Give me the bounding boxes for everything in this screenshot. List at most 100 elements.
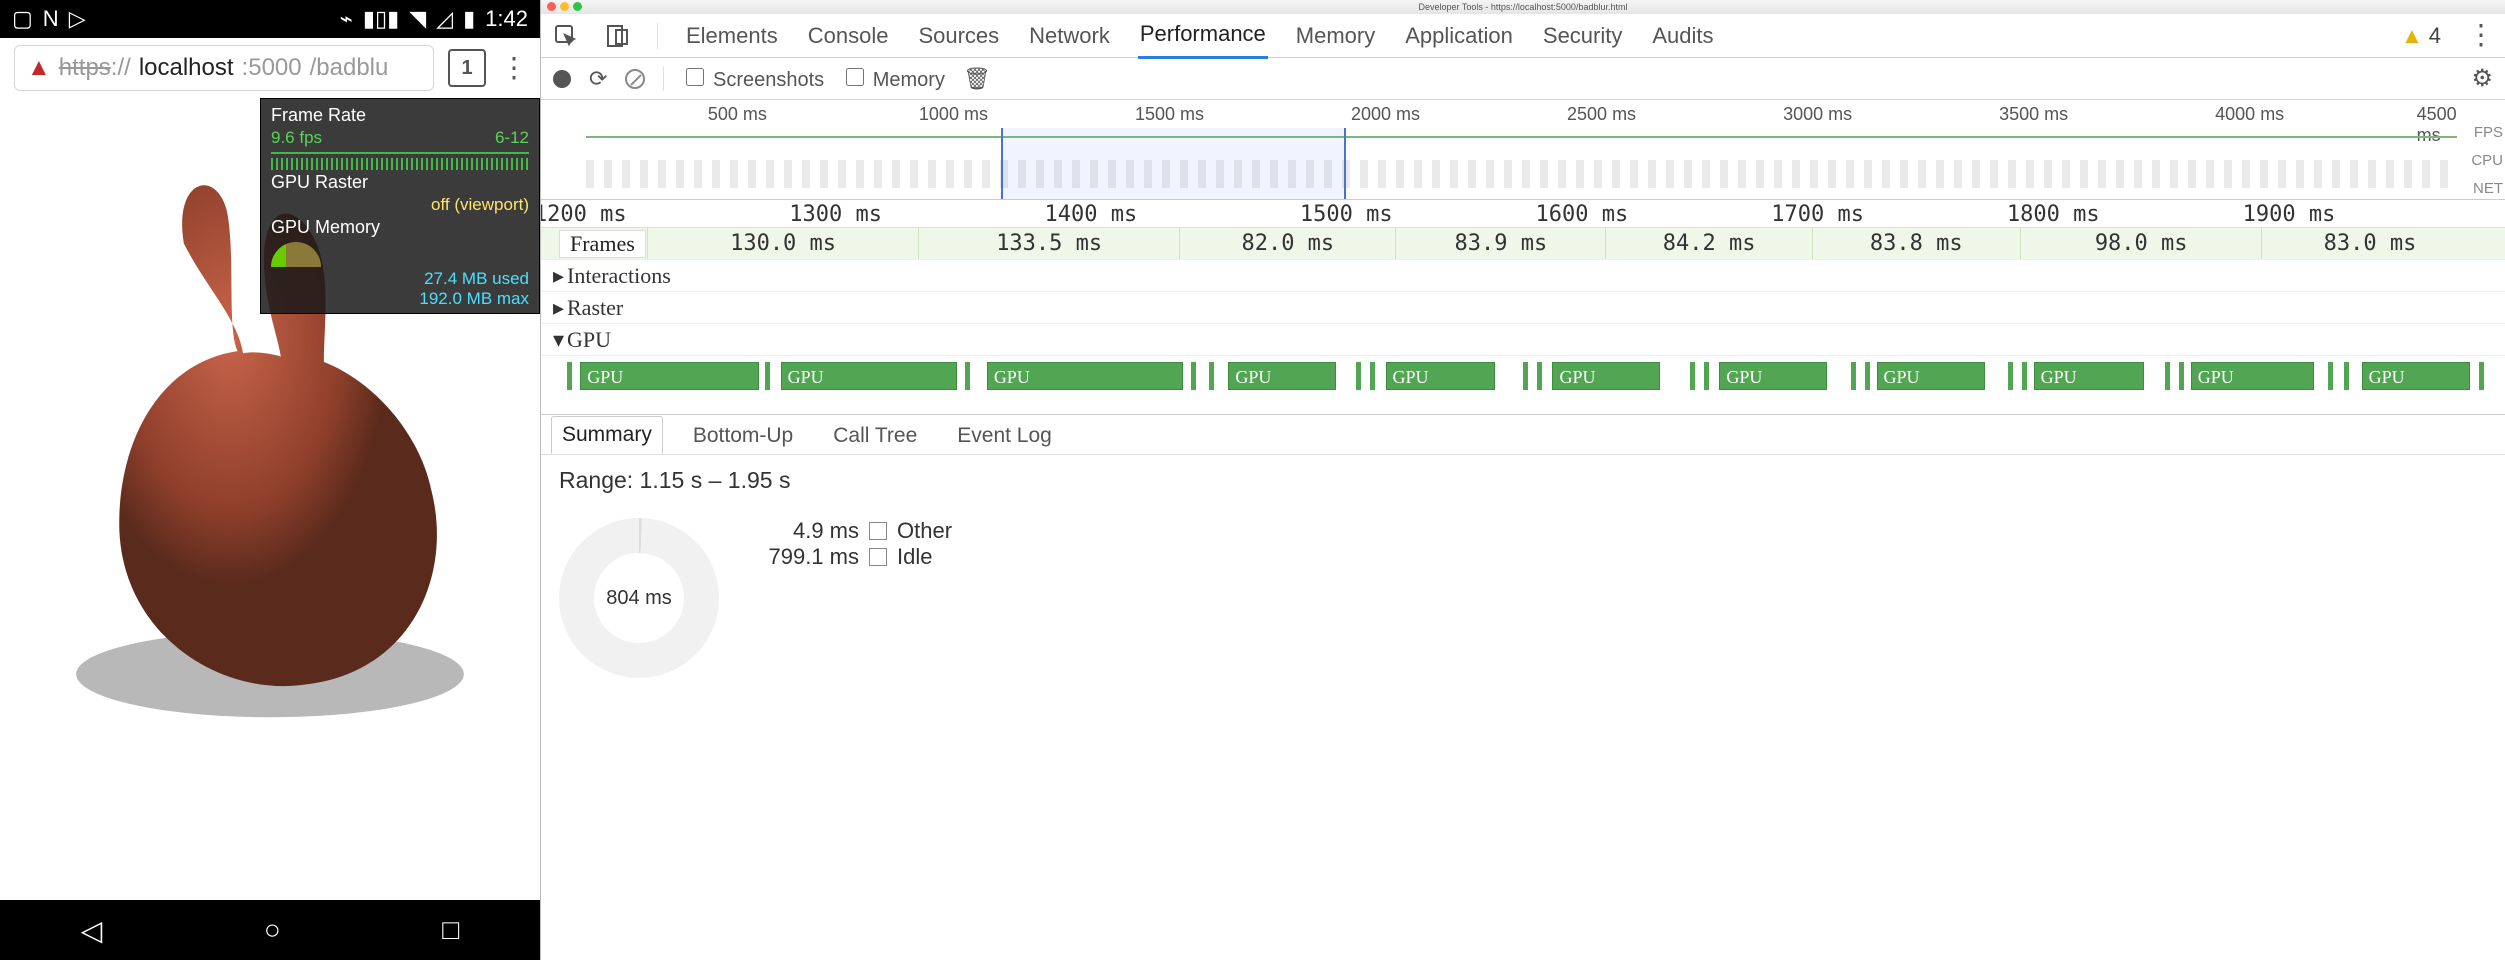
gpu-sliver[interactable] — [765, 362, 770, 390]
gpu-sliver[interactable] — [1851, 362, 1856, 390]
gpu-sliver[interactable] — [2328, 362, 2333, 390]
devtools-menu[interactable]: ⋮ — [2467, 31, 2493, 39]
fps-range: 6-12 — [495, 128, 529, 148]
overview-selection[interactable] — [1001, 128, 1346, 199]
record-button[interactable] — [553, 70, 571, 88]
gpu-block[interactable]: GPU — [1877, 362, 1985, 390]
section-gpu[interactable]: ▾GPU — [541, 324, 2505, 356]
inspect-icon[interactable] — [553, 23, 579, 49]
gpu-sliver[interactable] — [2179, 362, 2184, 390]
gpu-track[interactable]: GPU GPU GPU GPU GPU GPU GPU GPU GPU GPU GPU — [541, 360, 2505, 392]
frame-cell[interactable]: 130.0 ms — [647, 228, 918, 259]
tab-elements[interactable]: Elements — [684, 14, 780, 58]
url-field[interactable]: ▲ https://localhost:5000/badblu — [14, 45, 434, 91]
tab-network[interactable]: Network — [1027, 14, 1112, 58]
gpu-sliver[interactable] — [2008, 362, 2013, 390]
overview-label-cpu: CPU — [2471, 152, 2503, 169]
overview-button[interactable]: □ — [442, 914, 459, 946]
gpu-sliver[interactable] — [1704, 362, 1709, 390]
tab-application[interactable]: Application — [1403, 14, 1515, 58]
gpu-block[interactable]: GPU — [580, 362, 759, 390]
details-tabs: Summary Bottom-Up Call Tree Event Log — [541, 415, 2505, 455]
gpu-mem-max: 192.0 MB max — [419, 289, 529, 309]
gpu-block[interactable]: GPU — [1719, 362, 1827, 390]
settings-icon[interactable]: ⚙ — [2471, 64, 2493, 93]
gpu-block[interactable]: GPU — [1228, 362, 1336, 390]
frame-cell[interactable]: 83.9 ms — [1395, 228, 1605, 259]
fps-value: 9.6 fps — [271, 128, 322, 148]
gpu-block[interactable]: GPU — [1386, 362, 1496, 390]
warning-icon: ▲ — [2401, 23, 2423, 49]
gpu-block[interactable]: GPU — [987, 362, 1183, 390]
memory-checkbox[interactable]: Memory — [842, 65, 945, 92]
flamechart-tick: 1200 ms — [541, 202, 627, 227]
gpu-sliver[interactable] — [1537, 362, 1542, 390]
frame-cell[interactable]: 83.0 ms — [2261, 228, 2477, 259]
clock-time: 1:42 — [485, 6, 528, 32]
window-controls[interactable] — [547, 2, 582, 11]
tab-memory[interactable]: Memory — [1294, 14, 1377, 58]
dtab-event-log[interactable]: Event Log — [947, 418, 1062, 454]
overview-tick: 2000 ms — [1351, 104, 1420, 125]
gpu-block[interactable]: GPU — [781, 362, 958, 390]
flamechart-ruler: 1200 ms1300 ms1400 ms1500 ms1600 ms1700 … — [541, 200, 2505, 228]
gpu-sliver[interactable] — [567, 362, 572, 390]
gpu-block[interactable]: GPU — [2191, 362, 2315, 390]
gpu-mem-used: 27.4 MB used — [424, 269, 529, 289]
gpu-sliver[interactable] — [1690, 362, 1695, 390]
frames-row[interactable]: Frames 130.0 ms133.5 ms82.0 ms83.9 ms84.… — [541, 228, 2505, 260]
frame-cell[interactable]: 82.0 ms — [1179, 228, 1395, 259]
tab-performance[interactable]: Performance — [1138, 12, 1268, 59]
chrome-menu-button[interactable]: ⋮ — [500, 64, 526, 72]
flamechart-tick: 1600 ms — [1536, 202, 1629, 227]
flamechart-tick: 1400 ms — [1045, 202, 1138, 227]
frame-cell[interactable]: 83.8 ms — [1812, 228, 2020, 259]
tab-security[interactable]: Security — [1541, 14, 1624, 58]
vibrate-icon: ▮▯▮ — [363, 6, 399, 32]
reload-record-button[interactable]: ⟳ — [589, 66, 607, 92]
section-raster[interactable]: ▸Raster — [541, 292, 2505, 324]
gpu-sliver[interactable] — [1370, 362, 1375, 390]
gpu-sliver[interactable] — [2344, 362, 2349, 390]
dtab-call-tree[interactable]: Call Tree — [823, 418, 927, 454]
gpu-sliver[interactable] — [1865, 362, 1870, 390]
battery-icon: ▮ — [463, 6, 475, 32]
flamechart-pane[interactable]: 1200 ms1300 ms1400 ms1500 ms1600 ms1700 … — [541, 200, 2505, 415]
flamechart-tick: 1300 ms — [789, 202, 882, 227]
gpu-block[interactable]: GPU — [2034, 362, 2144, 390]
gpu-sliver[interactable] — [2165, 362, 2170, 390]
gpu-sliver[interactable] — [2479, 362, 2484, 390]
overview-pane[interactable]: 500 ms1000 ms1500 ms2000 ms2500 ms3000 m… — [541, 100, 2505, 200]
overview-tick: 4000 ms — [2215, 104, 2284, 125]
frame-rate-label: Frame Rate — [261, 103, 539, 128]
tab-audits[interactable]: Audits — [1650, 14, 1715, 58]
clear-button[interactable] — [625, 69, 645, 89]
tab-console[interactable]: Console — [806, 14, 891, 58]
warnings-badge[interactable]: ▲4 — [2401, 23, 2441, 49]
phone-screen: ▢ N ▷ ⌁ ▮▯▮ ◥ ◿ ▮ 1:42 ▲ https://localho… — [0, 0, 540, 960]
tab-count-button[interactable]: 1 — [448, 49, 486, 87]
frame-cell[interactable]: 133.5 ms — [918, 228, 1179, 259]
gpu-block[interactable]: GPU — [1552, 362, 1660, 390]
gpu-block[interactable]: GPU — [2362, 362, 2470, 390]
home-button[interactable]: ○ — [264, 914, 281, 946]
gpu-sliver[interactable] — [965, 362, 970, 390]
trash-icon[interactable]: 🗑 — [963, 66, 991, 92]
back-button[interactable]: ◁ — [81, 914, 103, 947]
gpu-sliver[interactable] — [1356, 362, 1361, 390]
tab-sources[interactable]: Sources — [916, 14, 1001, 58]
frame-cell[interactable]: 84.2 ms — [1605, 228, 1811, 259]
section-interactions[interactable]: ▸Interactions — [541, 260, 2505, 292]
device-toggle-icon[interactable] — [605, 23, 631, 49]
gpu-sliver[interactable] — [1523, 362, 1528, 390]
screenshots-checkbox[interactable]: Screenshots — [682, 65, 824, 92]
gpu-sliver[interactable] — [1209, 362, 1214, 390]
gpu-sliver[interactable] — [1191, 362, 1196, 390]
bluetooth-icon: ⌁ — [340, 6, 353, 32]
gpu-sliver[interactable] — [2022, 362, 2027, 390]
flamechart-tick: 1700 ms — [1771, 202, 1864, 227]
dtab-summary[interactable]: Summary — [551, 416, 663, 454]
dtab-bottom-up[interactable]: Bottom-Up — [683, 418, 803, 454]
chrome-omnibar: ▲ https://localhost:5000/badblu 1 ⋮ — [0, 38, 540, 98]
frame-cell[interactable]: 98.0 ms — [2020, 228, 2262, 259]
